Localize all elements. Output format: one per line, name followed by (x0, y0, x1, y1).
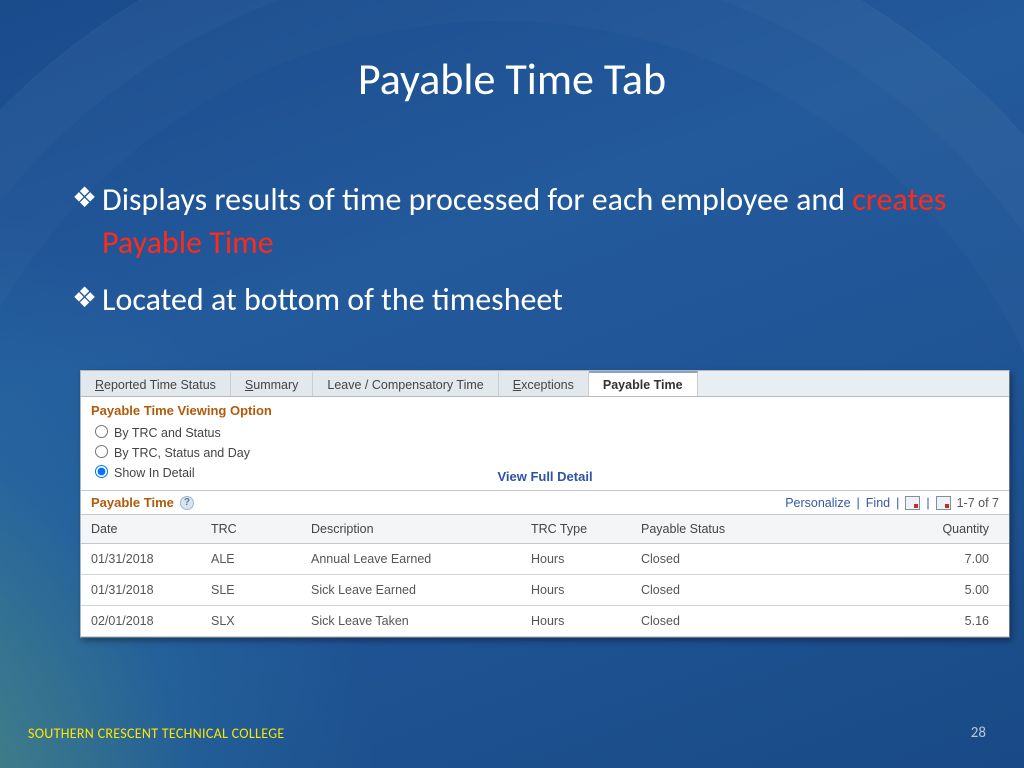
col-trc-type[interactable]: TRC Type (521, 515, 631, 544)
bullet-icon: ❖ (72, 178, 102, 264)
help-icon[interactable]: ? (180, 496, 194, 510)
radio-input[interactable] (95, 425, 108, 438)
slide: Payable Time Tab ❖ Displays results of t… (0, 0, 1024, 768)
embedded-screenshot: Reported Time Status Summary Leave / Com… (80, 370, 1010, 638)
cell-trc-type: Hours (521, 575, 631, 606)
slide-title: Payable Time Tab (0, 52, 1024, 106)
cell-description: Sick Leave Earned (301, 575, 521, 606)
tab-leave-comp-time[interactable]: Leave / Compensatory Time (313, 371, 498, 396)
cell-quantity: 5.00 (791, 575, 1009, 606)
bullet-1-pre: Displays results of time processed for e… (102, 180, 852, 219)
viewing-option-title: Payable Time Viewing Option (81, 397, 1009, 420)
viewing-option-radios: By TRC and Status By TRC, Status and Day… (81, 420, 1009, 490)
cell-description: Sick Leave Taken (301, 606, 521, 637)
col-trc[interactable]: TRC (201, 515, 301, 544)
cell-trc-type: Hours (521, 544, 631, 575)
cell-trc: ALE (201, 544, 301, 575)
row-range: 1-7 of 7 (957, 496, 999, 510)
tab-mnemonic: S (245, 378, 253, 392)
cell-quantity: 5.16 (791, 606, 1009, 637)
cell-trc-type: Hours (521, 606, 631, 637)
bullet-1: ❖ Displays results of time processed for… (72, 178, 964, 264)
cell-date: 01/31/2018 (81, 575, 201, 606)
cell-trc: SLX (201, 606, 301, 637)
tab-exceptions[interactable]: Exceptions (499, 371, 589, 396)
radio-by-trc-status-day[interactable]: By TRC, Status and Day (95, 442, 995, 462)
separator: | (857, 496, 860, 510)
col-payable-status[interactable]: Payable Status (631, 515, 791, 544)
col-quantity[interactable]: Quantity (791, 515, 1009, 544)
table-header-row: Date TRC Description TRC Type Payable St… (81, 515, 1009, 544)
table-row: 01/31/2018 SLE Sick Leave Earned Hours C… (81, 575, 1009, 606)
personalize-link[interactable]: Personalize (785, 496, 850, 510)
radio-input[interactable] (95, 445, 108, 458)
grid-title: Payable Time (91, 495, 174, 510)
cell-description: Annual Leave Earned (301, 544, 521, 575)
table-row: 02/01/2018 SLX Sick Leave Taken Hours Cl… (81, 606, 1009, 637)
page-number: 28 (971, 724, 986, 742)
cell-date: 01/31/2018 (81, 544, 201, 575)
tab-payable-time[interactable]: Payable Time (589, 371, 698, 396)
download-icon[interactable] (936, 496, 951, 510)
tab-summary[interactable]: Summary (231, 371, 314, 396)
separator: | (896, 496, 899, 510)
grid-title-wrap: Payable Time ? (91, 495, 194, 510)
tab-reported-time-status[interactable]: Reported Time Status (81, 371, 231, 396)
col-description[interactable]: Description (301, 515, 521, 544)
cell-status: Closed (631, 544, 791, 575)
cell-status: Closed (631, 606, 791, 637)
table-body: 01/31/2018 ALE Annual Leave Earned Hours… (81, 544, 1009, 637)
zoom-icon[interactable] (905, 496, 920, 510)
grid-toolbar: Personalize | Find | | 1-7 of 7 (785, 496, 999, 510)
payable-time-table: Date TRC Description TRC Type Payable St… (81, 515, 1009, 637)
tab-bar: Reported Time Status Summary Leave / Com… (81, 371, 1009, 397)
bullet-2: ❖ Located at bottom of the timesheet (72, 278, 964, 321)
grid-header-bar: Payable Time ? Personalize | Find | | 1-… (81, 490, 1009, 515)
radio-label: By TRC and Status (114, 426, 221, 440)
cell-quantity: 7.00 (791, 544, 1009, 575)
tab-mnemonic: E (513, 378, 521, 392)
bullet-2-text: Located at bottom of the timesheet (102, 278, 964, 321)
radio-label: By TRC, Status and Day (114, 446, 250, 460)
tab-mnemonic: R (95, 378, 104, 392)
view-full-detail-link[interactable]: View Full Detail (497, 469, 592, 484)
radio-label: Show In Detail (114, 466, 195, 480)
bullet-1-text: Displays results of time processed for e… (102, 178, 964, 264)
radio-input[interactable] (95, 465, 108, 478)
footer-org: SOUTHERN CRESCENT TECHNICAL COLLEGE (28, 725, 284, 742)
table-row: 01/31/2018 ALE Annual Leave Earned Hours… (81, 544, 1009, 575)
find-link[interactable]: Find (866, 496, 890, 510)
cell-date: 02/01/2018 (81, 606, 201, 637)
cell-trc: SLE (201, 575, 301, 606)
bullet-icon: ❖ (72, 278, 102, 321)
slide-body: ❖ Displays results of time processed for… (72, 178, 964, 336)
radio-by-trc-status[interactable]: By TRC and Status (95, 422, 995, 442)
cell-status: Closed (631, 575, 791, 606)
col-date[interactable]: Date (81, 515, 201, 544)
separator: | (926, 496, 929, 510)
